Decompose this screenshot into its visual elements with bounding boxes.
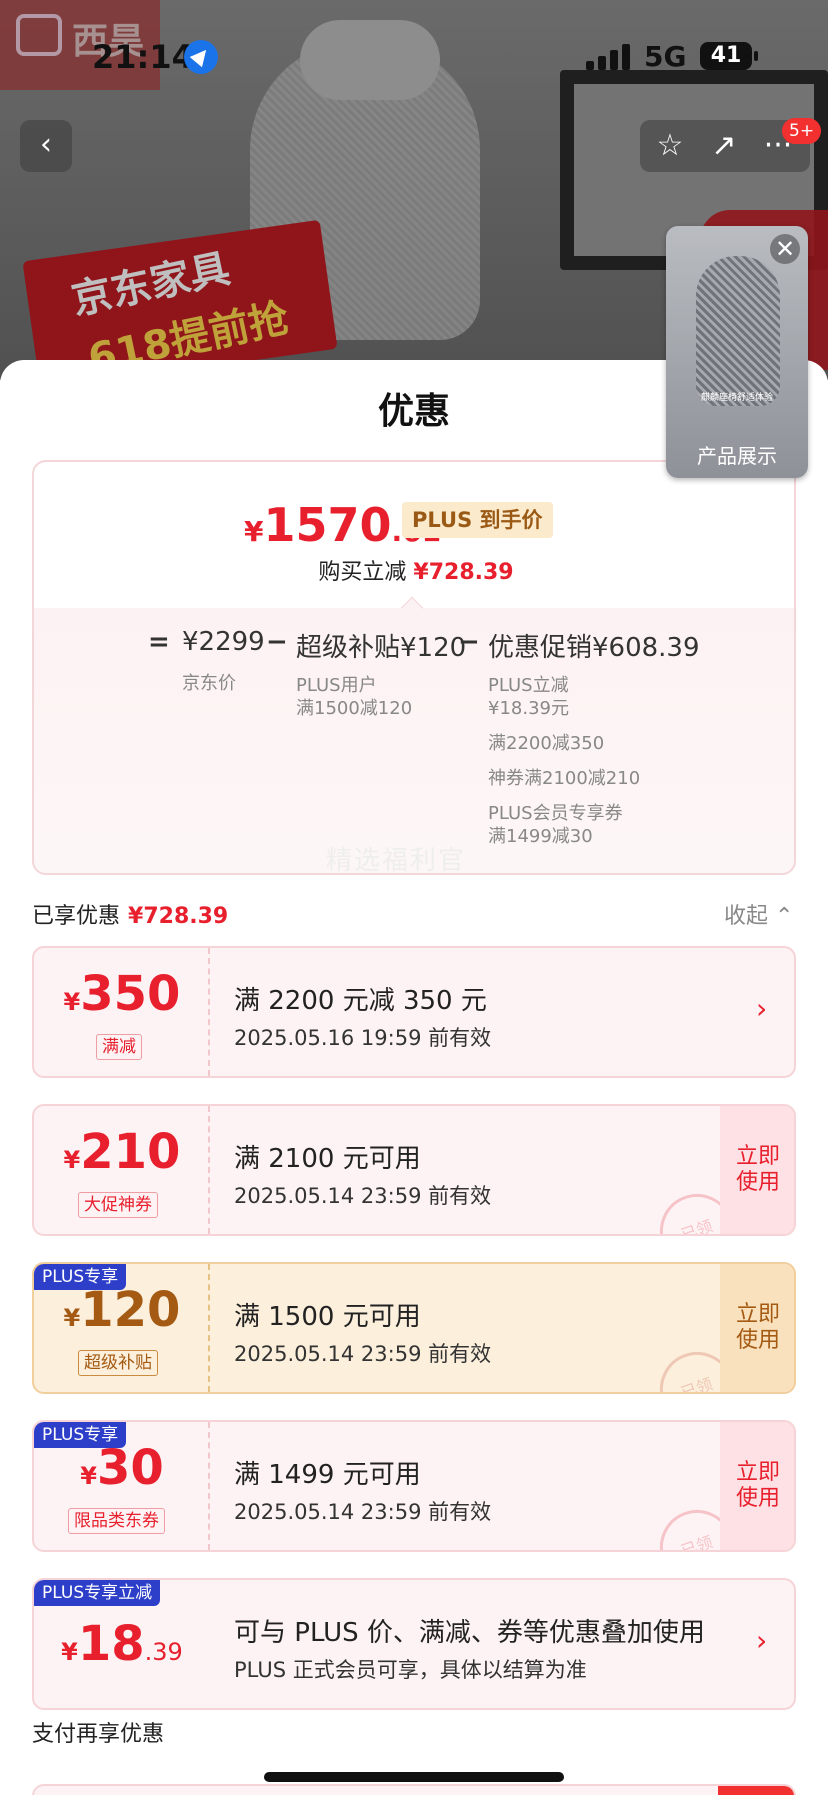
coupon-note: PLUS 正式会员可享，具体以结算为准 <box>234 1658 587 1682</box>
signal-icon <box>586 44 632 70</box>
coupon-amount: ¥350 <box>34 966 210 1022</box>
chevron-up-icon: ⌃ <box>775 904 794 929</box>
coupon-amount: ¥18.39 <box>34 1616 210 1672</box>
formula-minus-2: − <box>458 627 480 657</box>
enjoyed-label: 已享优惠 <box>32 904 121 929</box>
price-summary-card: ¥1570.61 PLUS 到手价 购买立减 ¥728.39 = ¥2299 −… <box>32 460 796 875</box>
status-time: 21:14 <box>92 38 194 76</box>
formula-jd-price: ¥2299 <box>182 627 265 657</box>
coupon-type-tag: 限品类东券 <box>68 1508 165 1534</box>
chevron-right-icon[interactable]: › <box>756 1624 767 1657</box>
message-badge: 5+ <box>782 118 822 144</box>
collapse-label: 收起 <box>724 904 769 929</box>
buy-reduce-label: 购买立减 <box>318 560 407 585</box>
coupon-currency: ¥ <box>63 988 81 1016</box>
video-caption: 麒麟座椅舒适体验 <box>700 393 773 403</box>
formula-equals: = <box>148 627 170 657</box>
product-video-float[interactable]: 麒麟座椅舒适体验 产品展示 ✕ <box>666 226 808 478</box>
plus-instant-badge: PLUS专享立减 <box>34 1580 161 1606</box>
coupon-value: 120 <box>80 1282 181 1338</box>
coupon-card[interactable]: ¥18.39 PLUS专享立减 可与 PLUS 价、满减、券等优惠叠加使用 PL… <box>32 1578 796 1710</box>
coupon-card: ¥210 大促神券 满 2100 元可用 2025.05.14 23:59 前有… <box>32 1104 796 1236</box>
coupon-currency: ¥ <box>61 1638 78 1666</box>
video-chair-thumbnail <box>696 256 780 406</box>
pay-again-heading: 支付再享优惠 <box>32 1722 165 1747</box>
price-formula: = ¥2299 − 超级补贴¥120 − 优惠促销¥608.39 <box>34 627 794 667</box>
home-indicator[interactable] <box>264 1772 564 1782</box>
coupon-title: 可与 PLUS 价、满减、券等优惠叠加使用 <box>234 1618 705 1648</box>
use-now-button[interactable]: 立即 使用 <box>720 1264 794 1392</box>
formula-subsidy: 超级补贴¥120 <box>296 633 467 663</box>
coupon-amount: ¥30 <box>34 1440 210 1496</box>
promo-detail: PLUS立减 <box>488 675 569 696</box>
coupon-card: ¥30 限品类东券 PLUS专享 满 1499 元可用 2025.05.14 2… <box>32 1420 796 1552</box>
enjoyed-discount: 已享优惠 ¥728.39 <box>32 898 228 930</box>
promo-detail: ¥18.39元 <box>488 698 569 719</box>
formula-promo: 优惠促销¥608.39 <box>488 633 700 663</box>
subsidy-line1: PLUS用户 <box>296 675 377 696</box>
final-price-currency: ¥ <box>244 515 264 548</box>
final-price-integer: 1570 <box>263 498 392 552</box>
video-label: 产品展示 <box>697 444 777 468</box>
buy-reduce-value: ¥728.39 <box>413 560 514 585</box>
buy-reduce-line: 购买立减 ¥728.39 <box>34 554 794 586</box>
battery-icon: 41 <box>700 42 758 70</box>
coupon-value: 350 <box>80 966 181 1022</box>
coupon-currency: ¥ <box>63 1304 81 1332</box>
use-now-button[interactable]: 立即 使用 <box>720 1106 794 1234</box>
formula-minus-1: − <box>266 627 288 657</box>
coupon-amount-area: ¥350 满减 <box>34 948 210 1076</box>
coupon-type-tag: 超级补贴 <box>78 1350 158 1376</box>
plus-exclusive-badge: PLUS专享 <box>34 1264 127 1290</box>
coupon-type-tag: 满减 <box>96 1034 142 1060</box>
promo-detail: 满2200减350 <box>488 733 605 754</box>
coupon-type-tag: 大促神券 <box>78 1192 158 1218</box>
network-type: 5G <box>644 40 687 73</box>
subsidy-line2: 满1500减120 <box>296 698 413 719</box>
chevron-right-icon[interactable]: › <box>756 992 767 1025</box>
coupon-amount-area: ¥210 大促神券 <box>34 1106 210 1234</box>
use-now-button[interactable]: 立即 使用 <box>720 1422 794 1550</box>
plus-price-tag: PLUS 到手价 <box>402 502 553 538</box>
coupon-title: 满 1499 元可用 <box>234 1460 421 1490</box>
coupon-title: 满 2200 元减 350 元 <box>234 986 487 1016</box>
favorite-star-icon[interactable]: ☆ <box>644 120 696 172</box>
coupon-amount: ¥120 <box>34 1282 210 1338</box>
jd-price-label: 京东价 <box>182 673 236 694</box>
coupon-decimal: .39 <box>144 1638 183 1666</box>
payment-offer-card[interactable] <box>32 1784 796 1795</box>
close-icon[interactable]: ✕ <box>770 234 800 264</box>
promo-detail: PLUS会员专享券 <box>488 803 623 824</box>
back-button[interactable]: ‹ <box>20 120 72 172</box>
share-icon[interactable]: ↗ <box>698 120 750 172</box>
coupon-validity: 2025.05.14 23:59 前有效 <box>234 1500 492 1524</box>
promo-detail: 神券满2100减210 <box>488 768 641 789</box>
coupon-title: 满 1500 元可用 <box>234 1302 421 1332</box>
coupon-value: 30 <box>96 1440 164 1496</box>
coupon-validity: 2025.05.16 19:59 前有效 <box>234 1026 492 1050</box>
coupon-amount: ¥210 <box>34 1124 210 1180</box>
coupon-card: ¥120 超级补贴 PLUS专享 满 1500 元可用 2025.05.14 2… <box>32 1262 796 1394</box>
coupon-card[interactable]: ¥350 满减 满 2200 元减 350 元 2025.05.16 19:59… <box>32 946 796 1078</box>
collapse-button[interactable]: 收起 ⌃ <box>724 898 793 930</box>
coupon-validity: 2025.05.14 23:59 前有效 <box>234 1184 492 1208</box>
coupon-validity: 2025.05.14 23:59 前有效 <box>234 1342 492 1366</box>
plus-exclusive-badge: PLUS专享 <box>34 1422 127 1448</box>
coupon-currency: ¥ <box>63 1146 81 1174</box>
location-arrow-icon <box>184 40 218 74</box>
coupon-value: 18 <box>77 1616 145 1672</box>
coupon-currency: ¥ <box>80 1462 97 1490</box>
promo-detail: 满1499减30 <box>488 826 593 847</box>
payment-offer-action[interactable] <box>718 1786 794 1795</box>
discount-sheet: 优惠 ¥1570.61 PLUS 到手价 购买立减 ¥728.39 = ¥229… <box>0 360 828 1795</box>
enjoyed-value: ¥728.39 <box>128 904 229 929</box>
coupon-title: 满 2100 元可用 <box>234 1144 421 1174</box>
watermark-text: 精选福利官 <box>326 846 467 876</box>
coupon-value: 210 <box>80 1124 181 1180</box>
